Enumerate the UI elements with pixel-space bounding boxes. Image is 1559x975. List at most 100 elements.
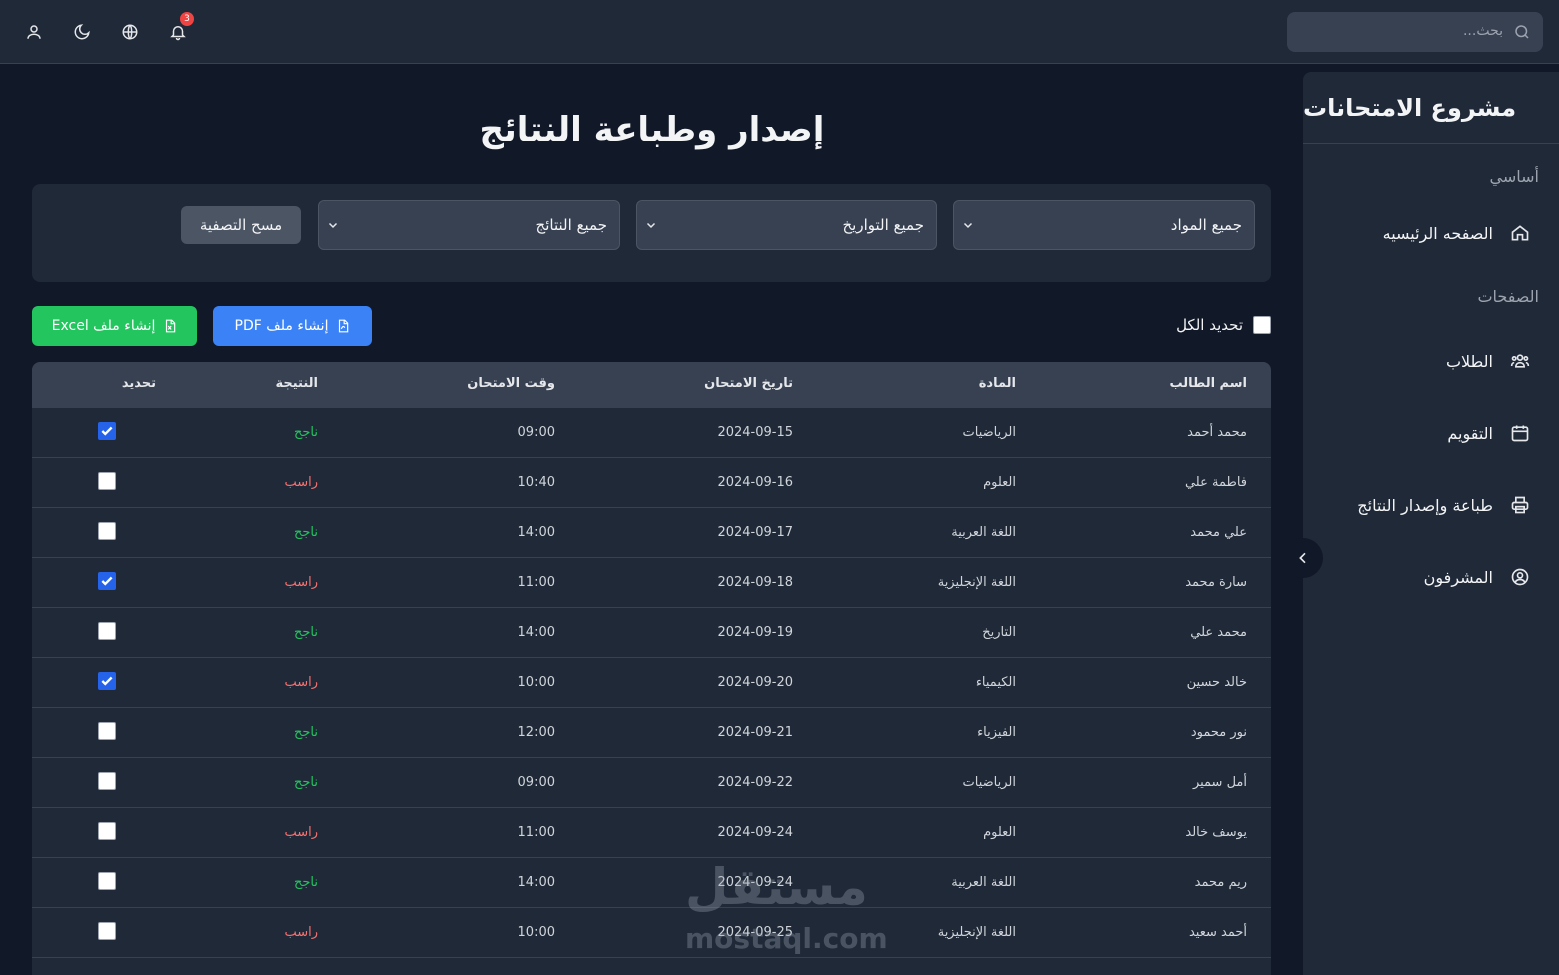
user-circle-icon: [1509, 566, 1531, 588]
table-row: محمد علي التاريخ 2024-09-19 14:00 ناجح: [32, 608, 1271, 658]
top-bar: 3 بحث...: [0, 0, 1559, 64]
header-student-name: اسم الطالب: [1169, 376, 1248, 391]
row-select-checkbox[interactable]: [98, 872, 116, 894]
checkmark-icon: [101, 576, 113, 586]
checkmark-icon: [101, 676, 113, 686]
cell-subject: اللغة العربية: [951, 525, 1016, 540]
checkbox[interactable]: [98, 672, 116, 690]
top-icons: 3: [20, 12, 194, 46]
select-all-checkbox[interactable]: [1253, 316, 1271, 334]
checkmark-icon: [101, 426, 113, 436]
cell-subject: الكيمياء: [975, 675, 1016, 690]
sidebar-item-home[interactable]: الصفحه الرئيسيه: [1303, 213, 1559, 253]
row-select-checkbox[interactable]: [98, 422, 116, 442]
cell-student-name: يوسف خالد: [1185, 825, 1247, 840]
cell-student-name: أحمد سعيد: [1188, 925, 1247, 940]
select-all-control[interactable]: تحديد الكل: [1176, 316, 1271, 334]
cell-exam-time: 10:00: [517, 925, 555, 940]
cell-student-name: سارة محمد: [1185, 575, 1247, 590]
table-row: خالد حسين الكيمياء 2024-09-20 10:00 راسب: [32, 658, 1271, 708]
row-select-checkbox[interactable]: [98, 722, 116, 744]
checkbox[interactable]: [98, 772, 116, 790]
moon-icon[interactable]: [68, 18, 96, 46]
checkbox[interactable]: [98, 922, 116, 940]
cell-student-name: علي محمد: [1190, 525, 1247, 540]
cell-exam-date: 2024-09-17: [717, 525, 793, 540]
cell-result: ناجح: [293, 625, 318, 640]
sidebar-item-supervisors[interactable]: المشرفون: [1303, 557, 1559, 597]
cell-result: راسب: [284, 575, 318, 590]
table-row: نور محمود الفيزياء 2024-09-21 12:00 ناجح: [32, 708, 1271, 758]
header-exam-time: وقت الامتحان: [467, 376, 555, 391]
date-filter-select[interactable]: جميع التواريخ: [636, 200, 937, 250]
cell-exam-date: 2024-09-24: [717, 825, 793, 840]
cell-exam-time: 10:00: [517, 675, 555, 690]
cell-result: ناجح: [293, 525, 318, 540]
cell-exam-time: 09:00: [517, 425, 555, 440]
cell-exam-time: 14:00: [517, 625, 555, 640]
sidebar-collapse-button[interactable]: [1283, 538, 1323, 578]
select-value: جميع المواد: [1170, 216, 1242, 234]
notification-badge: 3: [180, 12, 194, 26]
checkbox[interactable]: [98, 572, 116, 590]
row-select-checkbox[interactable]: [98, 822, 116, 844]
sidebar-item-label: الطلاب: [1445, 351, 1493, 371]
sidebar-title: مشروع الامتحانات: [1303, 72, 1559, 144]
globe-icon[interactable]: [116, 18, 144, 46]
cell-exam-time: 12:00: [517, 725, 555, 740]
printer-icon: [1509, 494, 1531, 516]
checkbox[interactable]: [98, 622, 116, 640]
file-pdf-icon: [339, 319, 349, 333]
row-select-checkbox[interactable]: [98, 922, 116, 944]
table-row: سارة محمد اللغة الإنجليزية 2024-09-18 11:00…: [32, 558, 1271, 608]
row-select-checkbox[interactable]: [98, 622, 116, 644]
checkbox[interactable]: [98, 872, 116, 890]
table-row: علي محمد اللغة العربية 2024-09-17 14:00 ناجح: [32, 508, 1271, 558]
cell-student-name: محمد أحمد: [1187, 425, 1247, 440]
sidebar-item-calendar[interactable]: التقويم: [1303, 413, 1559, 453]
cell-exam-time: 11:00: [517, 825, 555, 840]
cell-exam-time: 14:00: [517, 875, 555, 890]
cell-exam-date: 2024-09-19: [717, 625, 793, 640]
result-filter-select[interactable]: جميع النتائج: [318, 200, 620, 250]
header-result: النتيجة: [275, 376, 318, 391]
user-icon[interactable]: [20, 18, 48, 46]
cell-result: راسب: [284, 925, 318, 940]
cell-exam-date: 2024-09-18: [717, 575, 793, 590]
row-select-checkbox[interactable]: [98, 522, 116, 544]
row-select-checkbox[interactable]: [98, 672, 116, 692]
sidebar-item-label: طباعة وإصدار النتائج: [1357, 495, 1493, 515]
clear-filters-button[interactable]: مسح التصفية: [181, 206, 301, 244]
checkbox[interactable]: [98, 822, 116, 840]
table-body: محمد أحمد الرياضيات 2024-09-15 09:00 ناجح فاط…: [32, 408, 1271, 958]
chevron-left-icon: [1299, 552, 1306, 564]
row-select-checkbox[interactable]: [98, 772, 116, 794]
checkbox[interactable]: [98, 472, 116, 490]
checkbox[interactable]: [98, 522, 116, 540]
checkbox[interactable]: [98, 722, 116, 740]
excel-button-label: إنشاء ملف Excel: [51, 318, 156, 334]
sidebar-item-print-results[interactable]: طباعة وإصدار النتائج: [1303, 485, 1559, 525]
cell-exam-time: 11:00: [517, 575, 555, 590]
row-select-checkbox[interactable]: [98, 472, 116, 494]
cell-result: ناجح: [293, 875, 318, 890]
cell-subject: العلوم: [983, 825, 1016, 840]
header-subject: المادة: [978, 376, 1016, 391]
cell-subject: اللغة الإنجليزية: [937, 575, 1016, 590]
table-row: أحمد سعيد اللغة الإنجليزية 2024-09-25 10:00…: [32, 908, 1271, 958]
cell-exam-date: 2024-09-25: [717, 925, 793, 940]
checkbox[interactable]: [98, 422, 116, 440]
cell-subject: اللغة الإنجليزية: [937, 925, 1016, 940]
create-pdf-button[interactable]: إنشاء ملف PDF: [213, 306, 372, 346]
users-icon: [1509, 350, 1531, 372]
chevron-down-icon: [646, 222, 656, 229]
sidebar-item-students[interactable]: الطلاب: [1303, 341, 1559, 381]
bell-icon[interactable]: 3: [164, 12, 194, 46]
cell-result: راسب: [284, 825, 318, 840]
subject-filter-select[interactable]: جميع المواد: [953, 200, 1255, 250]
search-input[interactable]: بحث...: [1287, 12, 1543, 52]
results-table: اسم الطالب المادة تاريخ الامتحان وقت الا…: [32, 362, 1271, 975]
row-select-checkbox[interactable]: [98, 572, 116, 592]
table-row: يوسف خالد العلوم 2024-09-24 11:00 راسب: [32, 808, 1271, 858]
create-excel-button[interactable]: إنشاء ملف Excel: [32, 306, 197, 346]
